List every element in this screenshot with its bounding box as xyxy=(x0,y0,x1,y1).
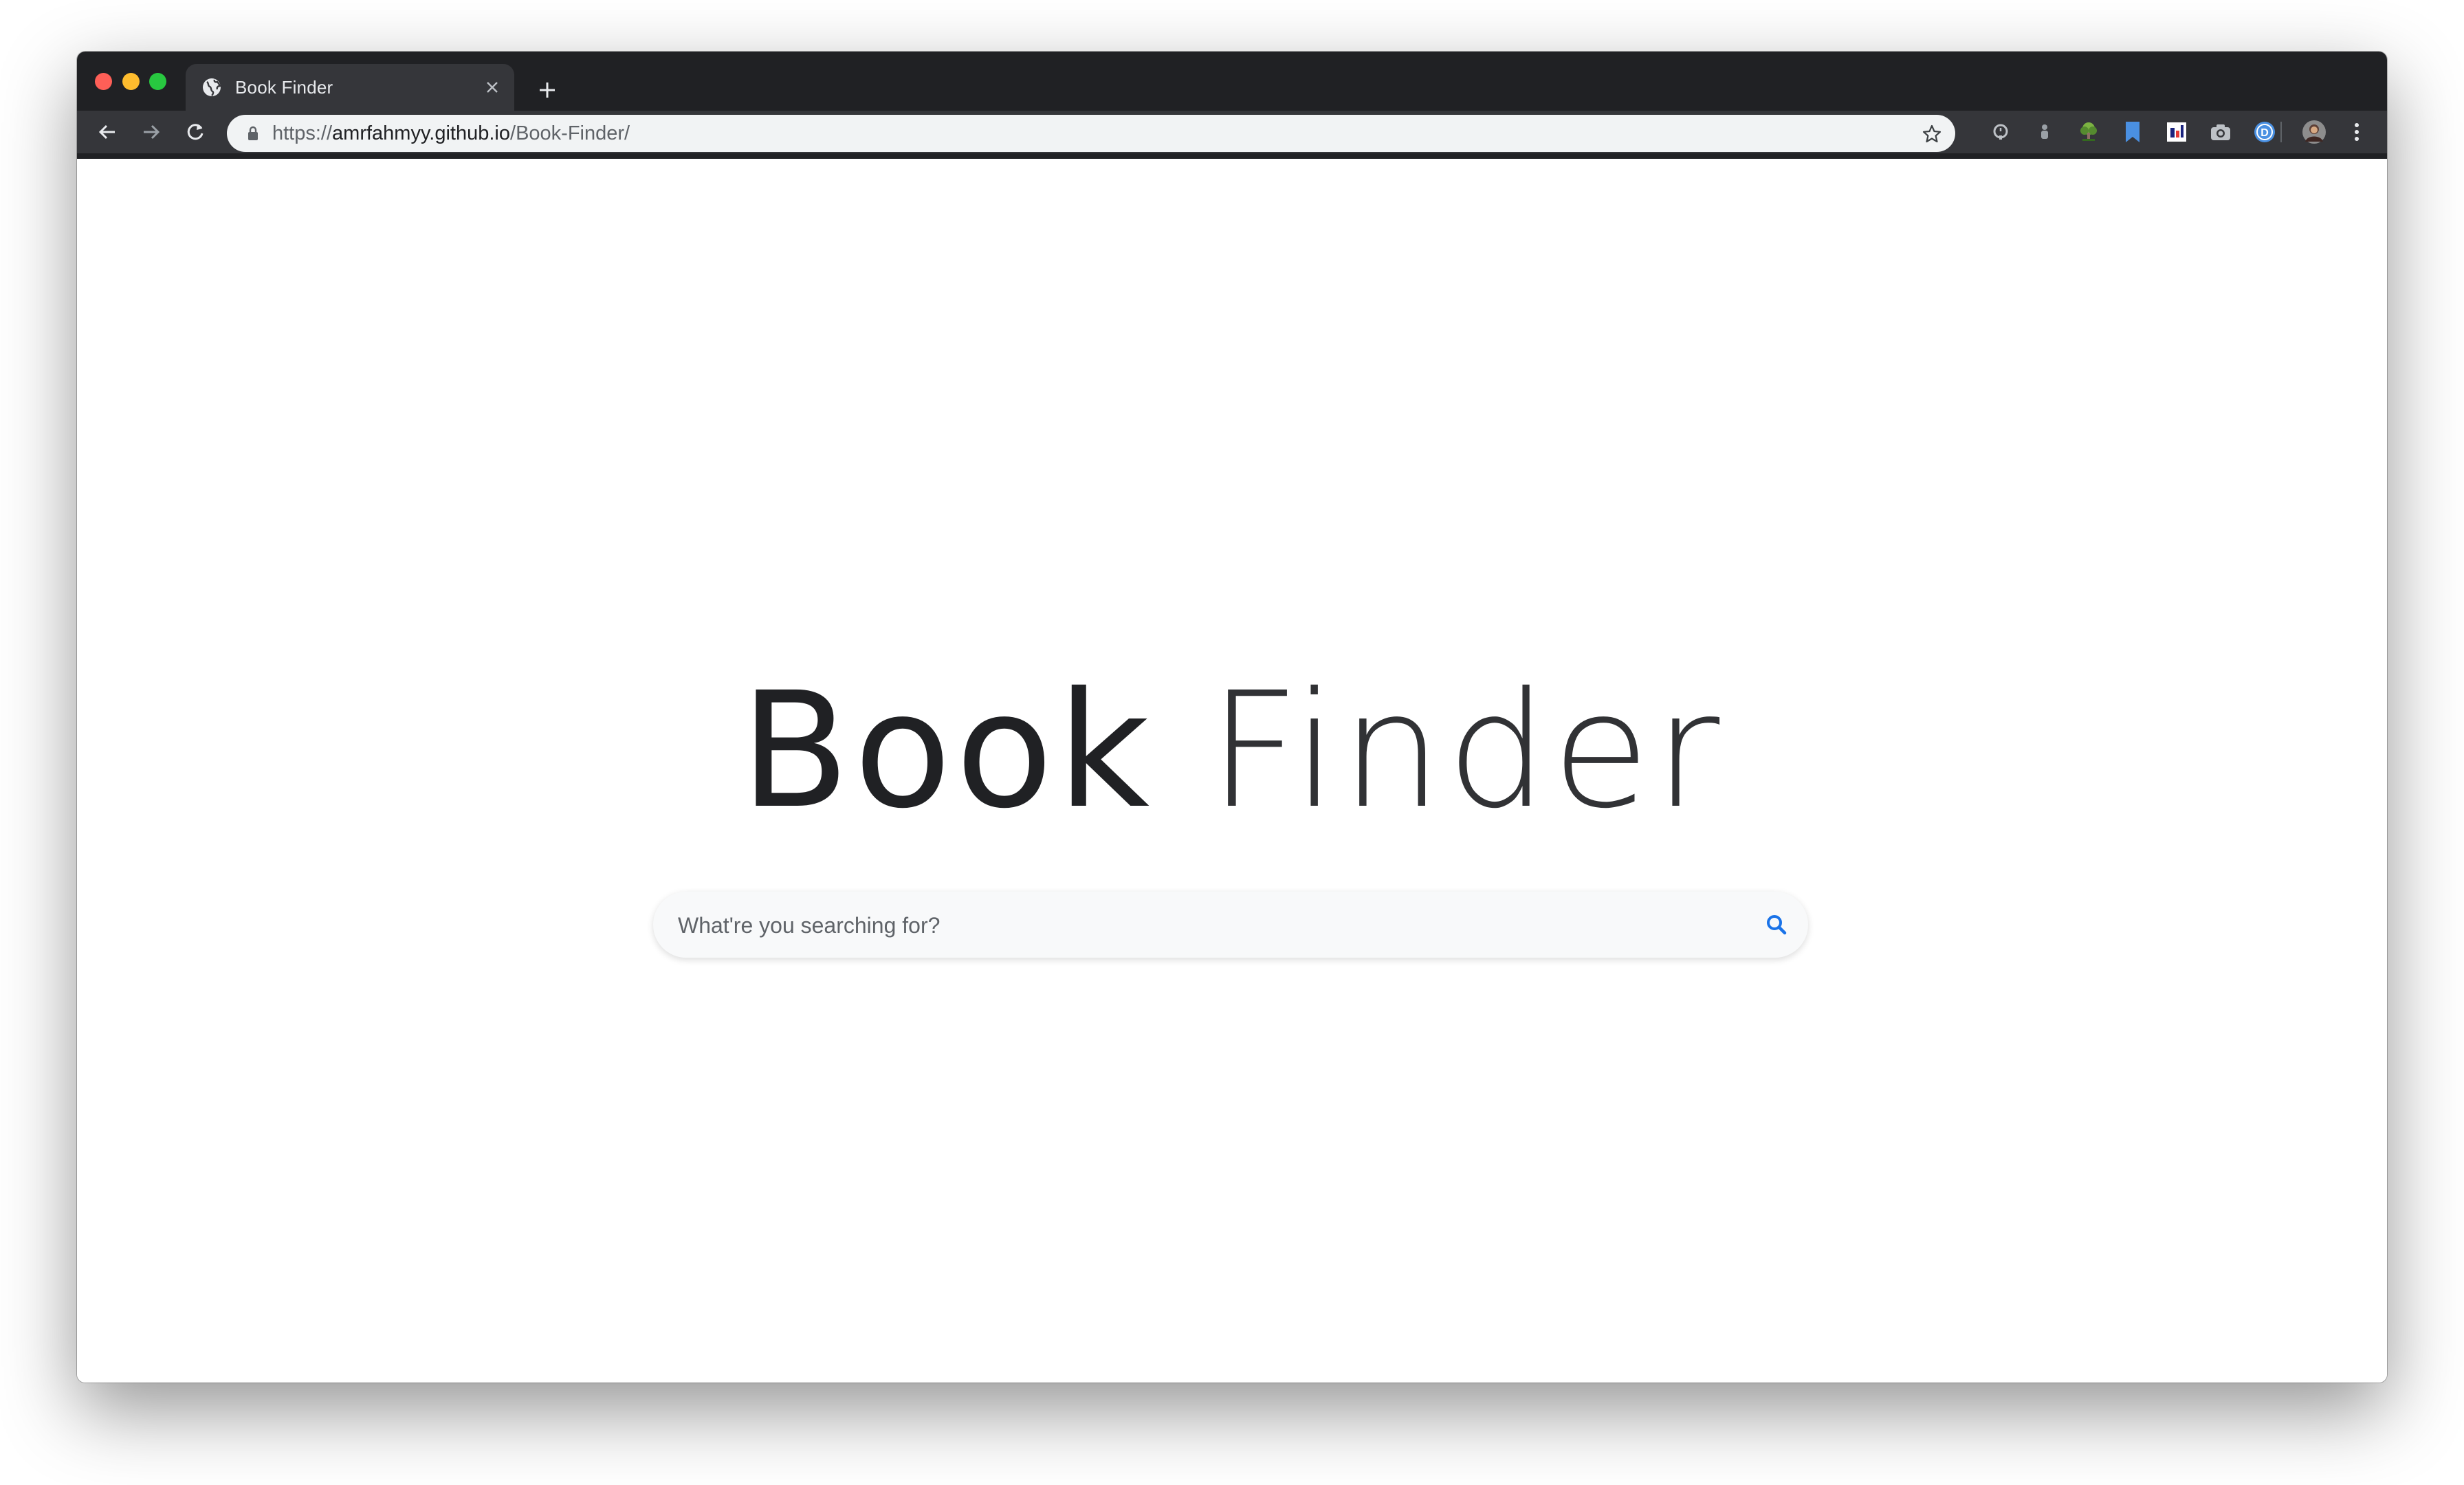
zoom-window-button[interactable] xyxy=(149,73,166,90)
page-logo: Book Finder xyxy=(77,671,2387,830)
close-window-button[interactable] xyxy=(95,73,112,90)
star-icon[interactable] xyxy=(1921,123,1943,145)
d-badge-extension-icon[interactable]: D xyxy=(2252,120,2277,144)
forward-arrow-icon[interactable] xyxy=(138,118,165,146)
reload-icon[interactable] xyxy=(182,118,209,146)
alarm-extension-icon[interactable] xyxy=(1988,120,2013,144)
tree-extension-icon[interactable] xyxy=(2076,120,2101,144)
search-input[interactable] xyxy=(676,892,1724,959)
globe-icon xyxy=(201,76,223,98)
page-content: Book Finder xyxy=(77,159,2387,1383)
url-text[interactable]: https://amrfahmyy.github.io/Book-Finder/ xyxy=(272,115,630,152)
search-icon[interactable] xyxy=(1760,908,1793,941)
chart-extension-icon[interactable] xyxy=(2164,120,2189,144)
url-path: /Book-Finder/ xyxy=(510,122,630,144)
browser-window: Book Finder https://amrfahmyy.github.io/… xyxy=(77,52,2387,1383)
toolbar-separator xyxy=(2280,122,2282,142)
tab-close-icon[interactable] xyxy=(481,76,503,98)
bookmark-extension-icon[interactable] xyxy=(2120,120,2145,144)
new-tab-plus-icon[interactable] xyxy=(534,76,561,104)
logo-word-finder: Finder xyxy=(1208,658,1724,844)
url-host: amrfahmyy.github.io xyxy=(332,122,511,144)
lock-icon[interactable] xyxy=(245,125,261,142)
url-scheme: https:// xyxy=(272,122,333,144)
camera-extension-icon[interactable] xyxy=(2208,120,2233,144)
minimize-window-button[interactable] xyxy=(122,73,140,90)
toolbar-bottom-border xyxy=(77,153,2387,159)
title-bar: Book Finder xyxy=(77,52,2387,111)
figure-extension-icon[interactable] xyxy=(2032,120,2057,144)
tab-title: Book Finder xyxy=(235,77,333,98)
search-bar[interactable] xyxy=(653,892,1808,959)
avatar[interactable] xyxy=(2302,120,2326,144)
back-arrow-icon[interactable] xyxy=(94,118,121,146)
tab-book-finder[interactable]: Book Finder xyxy=(186,64,514,111)
address-bar[interactable]: https://amrfahmyy.github.io/Book-Finder/ xyxy=(227,115,1955,152)
svg-text:D: D xyxy=(2260,127,2269,139)
browser-toolbar: https://amrfahmyy.github.io/Book-Finder/… xyxy=(77,111,2387,153)
logo-word-book: Book xyxy=(740,658,1154,844)
kebab-menu-icon[interactable] xyxy=(2344,120,2369,144)
